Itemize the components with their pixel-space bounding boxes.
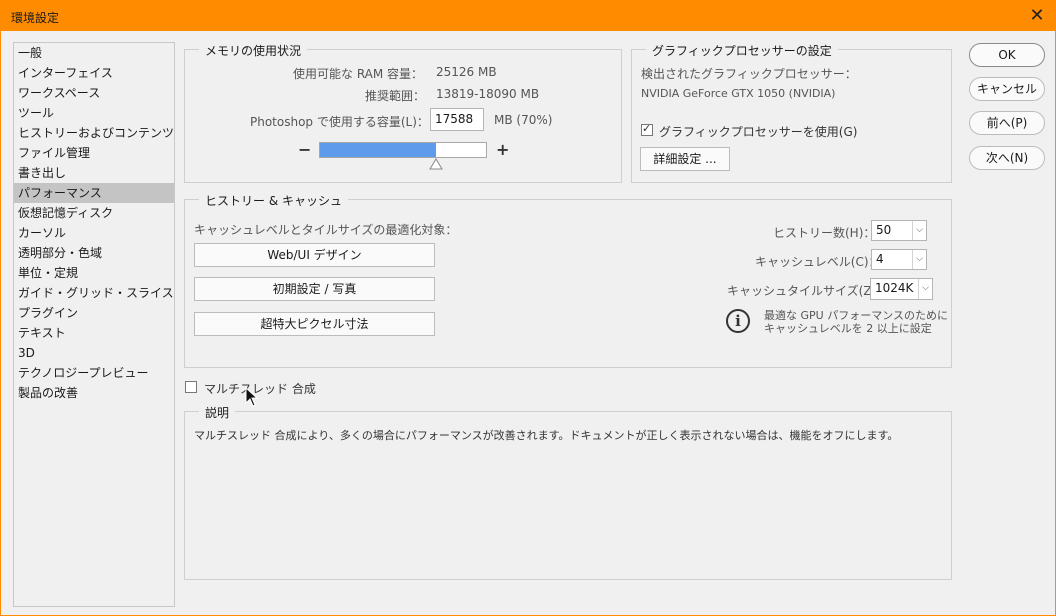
multithread-compositing-checkbox[interactable] bbox=[185, 381, 197, 393]
detected-gpu-label: 検出されたグラフィックプロセッサー： bbox=[641, 67, 857, 81]
window-title: 環境設定 bbox=[11, 11, 60, 25]
gpu-tip-line-2: キャッシュレベルを 2 以上に設定 bbox=[764, 322, 932, 335]
cache-tile-size-value: 1024K bbox=[875, 281, 914, 295]
increase-memory-button[interactable]: + bbox=[496, 140, 509, 159]
sidebar-item-performance[interactable]: パフォーマンス bbox=[14, 183, 174, 203]
description-text: マルチスレッド 合成により、多くの場合にパフォーマンスが改善されます。ドキュメン… bbox=[194, 429, 899, 442]
web-ui-design-button[interactable]: Web/UI デザイン bbox=[194, 243, 435, 267]
cancel-button[interactable]: キャンセル bbox=[969, 77, 1045, 101]
ok-button[interactable]: OK bbox=[969, 43, 1045, 67]
use-gpu-label[interactable]: グラフィックプロセッサーを使用(G) bbox=[659, 123, 857, 140]
ideal-range-label: 推奨範囲： bbox=[365, 89, 426, 103]
sidebar-item-guides-grid-slices[interactable]: ガイド・グリッド・スライス bbox=[14, 283, 174, 303]
memory-usage-title: メモリの使用状況 bbox=[199, 42, 308, 59]
memory-slider-thumb[interactable] bbox=[429, 158, 443, 170]
sidebar-item-file-handling[interactable]: ファイル管理 bbox=[14, 143, 174, 163]
sidebar-item-technology-previews[interactable]: テクノロジープレビュー bbox=[14, 363, 174, 383]
sidebar-item-cursors[interactable]: カーソル bbox=[14, 223, 174, 243]
next-button[interactable]: 次へ(N) bbox=[969, 146, 1045, 170]
huge-pixel-dimensions-button[interactable]: 超特大ピクセル寸法 bbox=[194, 312, 435, 336]
memory-slider-fill bbox=[320, 143, 437, 157]
photoshop-ram-input[interactable]: 17588 bbox=[430, 108, 484, 131]
chevron-down-icon: ⌵ bbox=[912, 250, 926, 269]
sidebar-item-export[interactable]: 書き出し bbox=[14, 163, 174, 183]
chevron-down-icon: ⌵ bbox=[918, 279, 932, 299]
use-gpu-checkbox[interactable] bbox=[641, 122, 653, 136]
sidebar-item-tools[interactable]: ツール bbox=[14, 103, 174, 123]
history-states-value: 50 bbox=[876, 223, 892, 237]
available-ram-label: 使用可能な RAM 容量： bbox=[293, 67, 424, 81]
photoshop-ram-label: Photoshop で使用する容量(L)： bbox=[250, 115, 429, 129]
preferences-sidebar: 一般 インターフェイス ワークスペース ツール ヒストリーおよびコンテンツ認証 … bbox=[13, 42, 175, 607]
cache-tile-size-select[interactable]: 1024K ⌵ bbox=[870, 278, 933, 300]
preferences-window: 環境設定 ✕ 一般 インターフェイス ワークスペース ツール ヒストリーおよびコ… bbox=[0, 0, 1056, 616]
cache-tile-size-label: キャッシュタイルサイズ(Z)： bbox=[727, 284, 889, 298]
history-states-label: ヒストリー数(H)： bbox=[773, 226, 876, 240]
sidebar-item-3d[interactable]: 3D bbox=[14, 343, 174, 363]
optimize-cache-label: キャッシュレベルとタイルサイズの最適化対象： bbox=[194, 223, 458, 237]
decrease-memory-button[interactable]: − bbox=[298, 140, 311, 159]
memory-slider[interactable] bbox=[319, 142, 487, 158]
sidebar-item-history-content-credentials[interactable]: ヒストリーおよびコンテンツ認証 ... bbox=[14, 123, 174, 143]
close-icon[interactable]: ✕ bbox=[1027, 5, 1047, 26]
description-title: 説明 bbox=[199, 404, 236, 421]
default-photos-button[interactable]: 初期設定 / 写真 bbox=[194, 277, 435, 301]
sidebar-item-interface[interactable]: インターフェイス bbox=[14, 63, 174, 83]
sidebar-item-workspace[interactable]: ワークスペース bbox=[14, 83, 174, 103]
sidebar-item-product-improvement[interactable]: 製品の改善 bbox=[14, 383, 174, 403]
mouse-cursor-icon bbox=[245, 387, 259, 407]
previous-button[interactable]: 前へ(P) bbox=[969, 111, 1045, 135]
multithread-compositing-label[interactable]: マルチスレッド 合成 bbox=[204, 380, 316, 397]
ideal-range-value: 13819-18090 MB bbox=[436, 87, 540, 101]
history-cache-title: ヒストリー & キャッシュ bbox=[199, 192, 348, 209]
cache-levels-value: 4 bbox=[876, 252, 884, 266]
detected-gpu-value: NVIDIA GeForce GTX 1050 (NVIDIA) bbox=[641, 87, 836, 100]
photoshop-ram-suffix: MB (70%) bbox=[494, 113, 553, 127]
history-states-select[interactable]: 50 ⌵ bbox=[871, 220, 927, 241]
sidebar-item-general[interactable]: 一般 bbox=[14, 43, 174, 63]
sidebar-item-type[interactable]: テキスト bbox=[14, 323, 174, 343]
gpu-settings-title: グラフィックプロセッサーの設定 bbox=[646, 42, 838, 59]
sidebar-item-plugins[interactable]: プラグイン bbox=[14, 303, 174, 323]
advanced-settings-button[interactable]: 詳細設定 ... bbox=[640, 147, 730, 171]
cache-levels-label: キャッシュレベル(C)： bbox=[755, 255, 881, 269]
title-bar: 環境設定 ✕ bbox=[1, 1, 1056, 31]
sidebar-item-scratch-disks[interactable]: 仮想記憶ディスク bbox=[14, 203, 174, 223]
sidebar-item-transparency-gamut[interactable]: 透明部分・色域 bbox=[14, 243, 174, 263]
available-ram-value: 25126 MB bbox=[436, 65, 497, 79]
sidebar-item-units-rulers[interactable]: 単位・定規 bbox=[14, 263, 174, 283]
chevron-down-icon: ⌵ bbox=[912, 221, 926, 240]
info-icon: i bbox=[726, 309, 750, 333]
cache-levels-select[interactable]: 4 ⌵ bbox=[871, 249, 927, 270]
